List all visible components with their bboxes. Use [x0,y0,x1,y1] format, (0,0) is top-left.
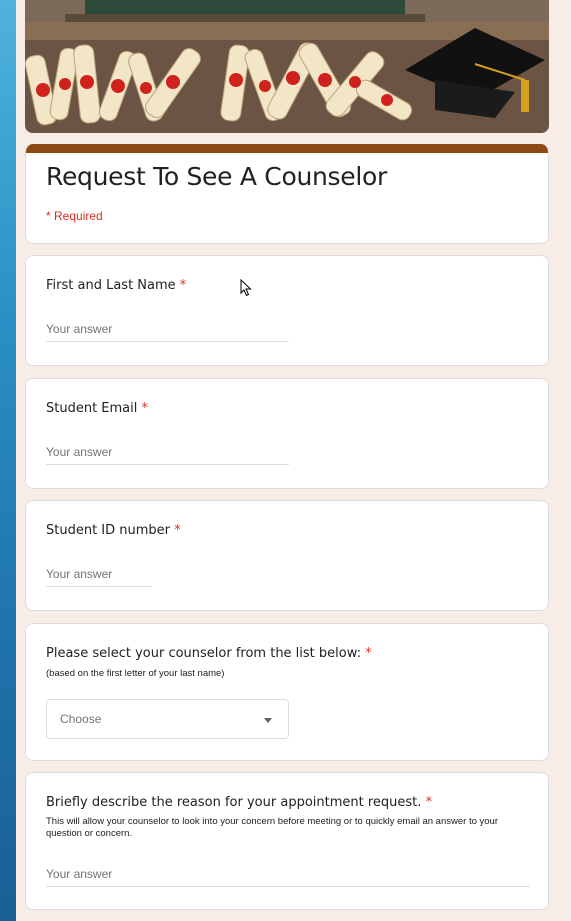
required-asterisk: * [141,401,149,416]
question-card-student-id: Student ID number * Your answer [25,500,549,611]
question-label: First and Last Name * [46,278,186,293]
caret-down-icon [264,718,272,723]
question-card-name: First and Last Name * Your answer [25,255,549,366]
dropdown-selected-value: Choose [60,712,102,726]
mouse-pointer-icon [240,279,252,297]
scrollbar-track[interactable] [566,0,571,921]
email-input[interactable]: Your answer [46,445,289,465]
required-asterisk: * [174,523,181,538]
question-label: Student Email * [46,401,148,416]
required-asterisk: * [365,646,372,661]
header-banner-image [25,0,549,133]
question-description: (based on the first letter of your last … [46,668,225,679]
graduation-diplomas-cap-image [25,0,549,133]
required-asterisk: * [179,278,187,293]
question-label: Please select your counselor from the li… [46,646,372,661]
question-label-text: Briefly describe the reason for your app… [46,795,422,810]
question-description: This will allow your counselor to look i… [46,816,498,839]
counselor-dropdown[interactable]: Choose [46,699,289,739]
reason-input[interactable]: Your answer [46,867,530,887]
form-accent-bar [26,144,548,153]
question-label-text: Please select your counselor from the li… [46,646,362,661]
form-title-card: Request To See A Counselor * Required [25,144,549,244]
question-label-text: Student Email [46,401,138,416]
question-label-text: First and Last Name [46,278,176,293]
required-note: * Required [46,209,103,223]
question-card-counselor: Please select your counselor from the li… [25,623,549,761]
question-card-reason: Briefly describe the reason for your app… [25,772,549,910]
question-card-email: Student Email * Your answer [25,378,549,489]
question-label: Briefly describe the reason for your app… [46,795,432,810]
student-id-input[interactable]: Your answer [46,567,152,587]
form-title: Request To See A Counselor [46,162,387,191]
required-asterisk: * [425,795,433,810]
question-label: Student ID number * [46,523,181,538]
question-label-text: Student ID number [46,523,171,538]
name-input[interactable]: Your answer [46,322,289,342]
